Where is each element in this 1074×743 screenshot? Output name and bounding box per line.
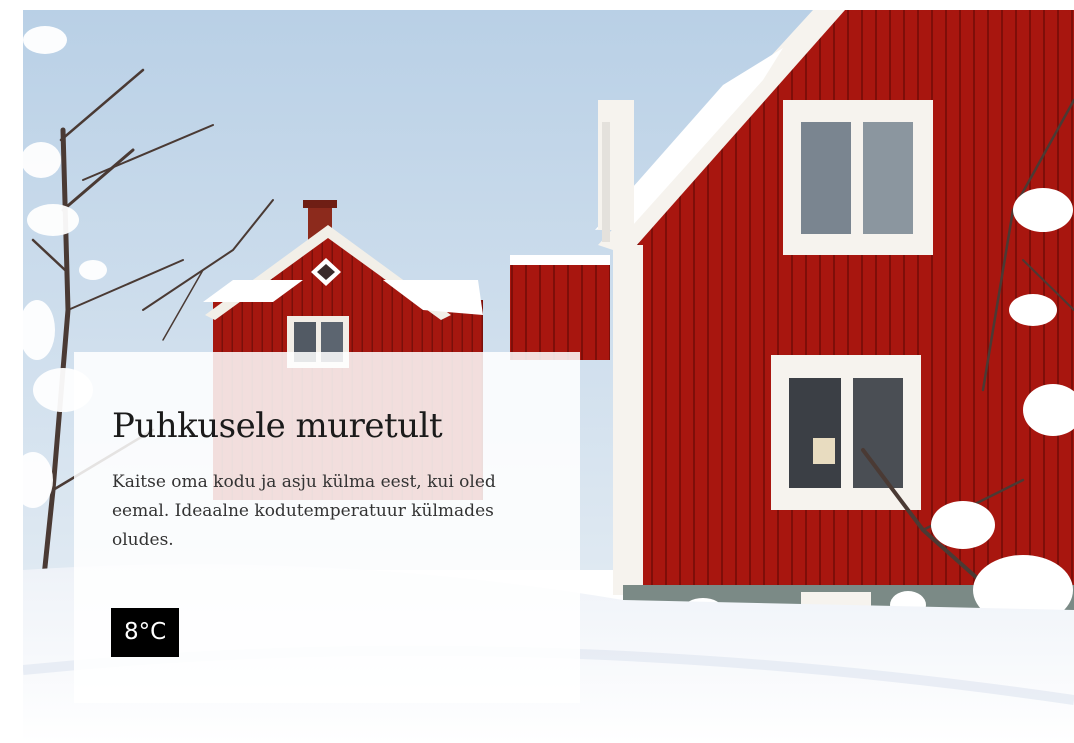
hero-title: Puhkusele muretult [112,406,443,446]
temperature-badge: 8°C [111,608,180,657]
hero-description: Kaitse oma kodu ja asju külma eest, kui … [112,472,496,550]
hero-card: Puhkusele muretult Kaitse oma kodu ja as… [74,352,580,703]
